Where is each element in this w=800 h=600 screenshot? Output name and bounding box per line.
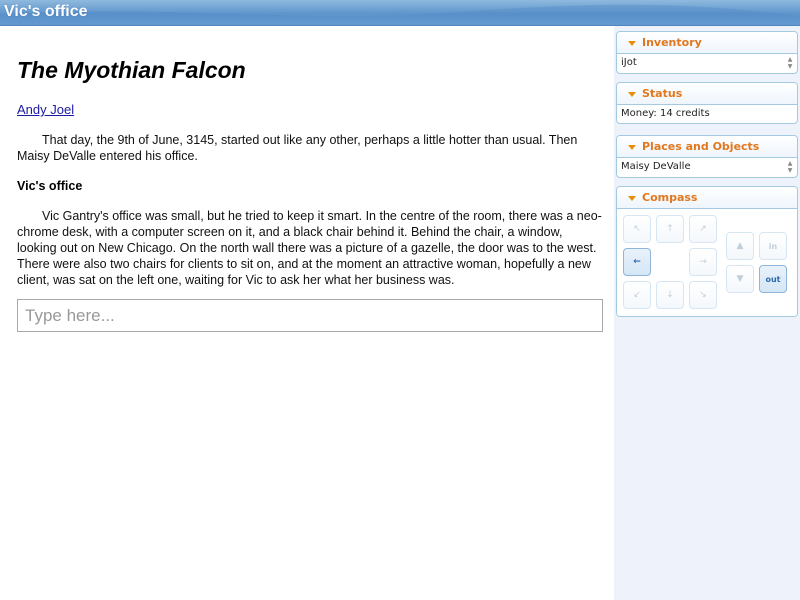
inventory-label: Inventory [642, 36, 702, 49]
inventory-header[interactable]: Inventory [617, 32, 797, 54]
compass-header[interactable]: Compass [617, 187, 797, 209]
window-title: Vic's office [4, 3, 88, 20]
compass-grid: ↖ ↑ ↗ ← → ↙ ↓ ↘ ▲ in ▼ out [617, 209, 797, 316]
collapse-arrow-icon [628, 41, 636, 46]
title-bar-decoration [0, 4, 800, 26]
sidebar: Inventory iJot ▲ ▼ Status Money: 14 credi… [614, 26, 800, 600]
inventory-item[interactable]: iJot [621, 57, 637, 68]
inventory-list[interactable]: iJot ▲ ▼ [617, 54, 797, 73]
compass-up-button[interactable]: ▲ [726, 232, 754, 260]
compass-northwest-button[interactable]: ↖ [623, 215, 651, 243]
places-list[interactable]: Maisy DeValle ▲ ▼ [617, 158, 797, 177]
status-panel: Status Money: 14 credits [616, 82, 798, 124]
status-text: Money: 14 credits [621, 108, 710, 119]
status-label: Status [642, 87, 683, 100]
collapse-arrow-icon [628, 145, 636, 150]
compass-southeast-button[interactable]: ↘ [689, 281, 717, 309]
status-header[interactable]: Status [617, 83, 797, 105]
intro-paragraph: That day, the 9th of June, 3145, started… [17, 133, 578, 163]
compass-west-button[interactable]: ← [623, 248, 651, 276]
compass-northeast-button[interactable]: ↗ [689, 215, 717, 243]
compass-in-button[interactable]: in [759, 232, 787, 260]
title-bar: Vic's office [0, 0, 800, 26]
compass-east-button[interactable]: → [689, 248, 717, 276]
places-label: Places and Objects [642, 140, 760, 153]
inventory-panel: Inventory iJot ▲ ▼ [616, 31, 798, 74]
story-pane: The Myothian Falcon Andy Joel That day, … [17, 26, 605, 332]
compass-out-button[interactable]: out [759, 265, 787, 293]
places-item[interactable]: Maisy DeValle [621, 161, 691, 172]
collapse-arrow-icon [628, 196, 636, 201]
room-heading: Vic's office [17, 179, 83, 193]
compass-down-button[interactable]: ▼ [726, 265, 754, 293]
compass-panel: Compass ↖ ↑ ↗ ← → ↙ ↓ ↘ ▲ in ▼ out [616, 186, 798, 317]
compass-north-button[interactable]: ↑ [656, 215, 684, 243]
compass-south-button[interactable]: ↓ [656, 281, 684, 309]
author-link[interactable]: Andy Joel [17, 102, 74, 117]
places-panel: Places and Objects Maisy DeValle ▲ ▼ [616, 135, 798, 178]
list-scroll-arrows-icon[interactable]: ▲ ▼ [785, 56, 795, 71]
list-scroll-arrows-icon[interactable]: ▲ ▼ [785, 160, 795, 175]
command-input[interactable] [17, 299, 603, 332]
places-header[interactable]: Places and Objects [617, 136, 797, 158]
compass-southwest-button[interactable]: ↙ [623, 281, 651, 309]
collapse-arrow-icon [628, 92, 636, 97]
author-line: Andy Joel [17, 102, 605, 118]
compass-label: Compass [642, 191, 698, 204]
room-description: Vic Gantry's office was small, but he tr… [17, 209, 602, 287]
story-title: The Myothian Falcon [17, 57, 246, 83]
